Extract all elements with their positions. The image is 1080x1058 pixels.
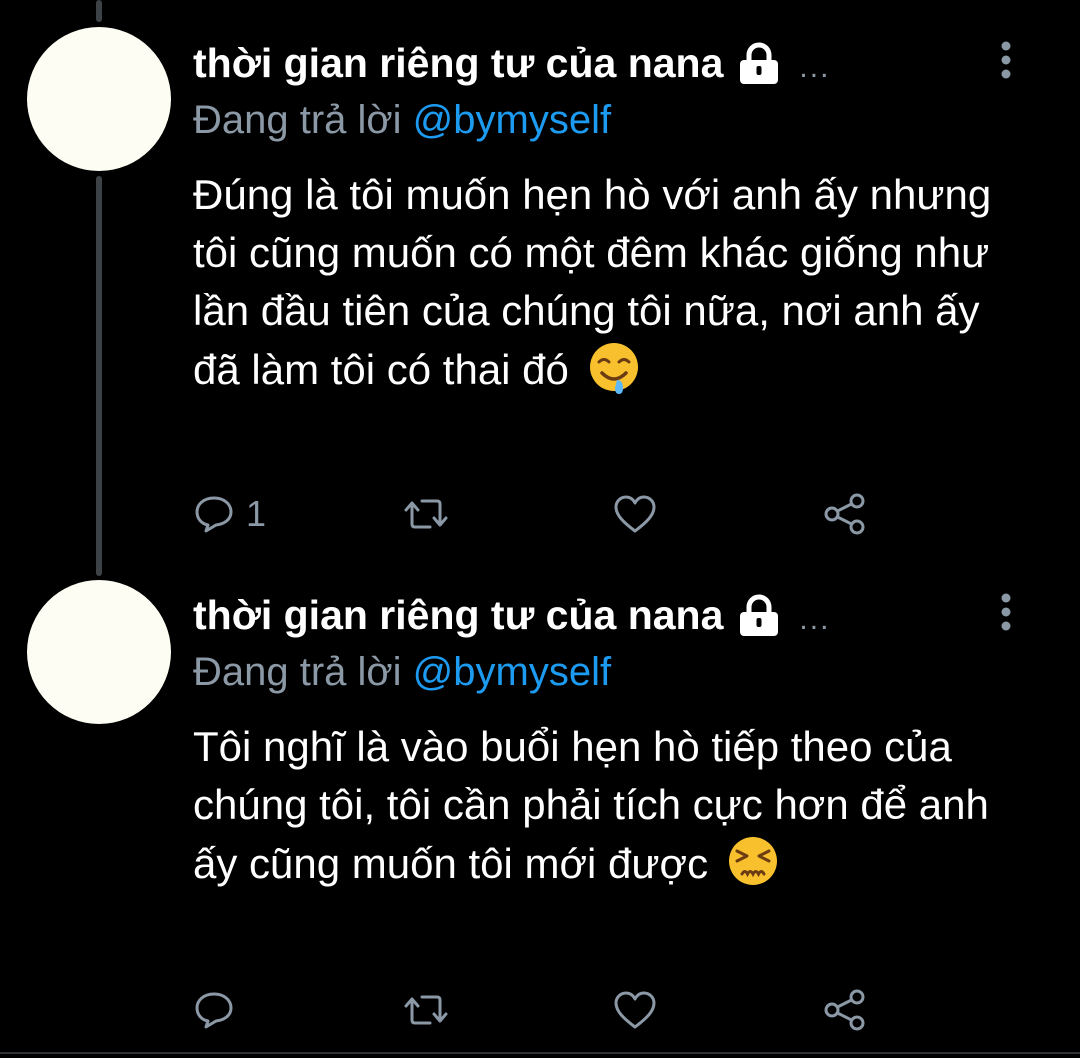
author-name[interactable]: thời gian riêng tư của nana bbox=[193, 592, 723, 639]
avatar[interactable] bbox=[27, 27, 171, 171]
share-icon bbox=[824, 493, 865, 535]
retweet-button[interactable] bbox=[402, 490, 462, 538]
share-icon bbox=[824, 989, 865, 1031]
like-button[interactable] bbox=[613, 986, 669, 1034]
reply-button[interactable] bbox=[194, 986, 246, 1034]
more-options-icon[interactable] bbox=[995, 38, 1017, 82]
like-button[interactable] bbox=[613, 490, 669, 538]
tweet-text-content: Tôi nghĩ là vào buổi hẹn hò tiếp theo củ… bbox=[193, 723, 989, 887]
reply-count: 1 bbox=[246, 493, 267, 534]
avatar[interactable] bbox=[27, 580, 171, 724]
share-button[interactable] bbox=[823, 490, 867, 538]
reply-icon bbox=[195, 992, 233, 1029]
replying-to: Đang trả lời @bymyself bbox=[193, 98, 611, 143]
tweet-header: thời gian riêng tư của nana ... bbox=[193, 40, 830, 87]
tweet-actions bbox=[0, 986, 1080, 1034]
retweet-button[interactable] bbox=[402, 986, 462, 1034]
retweet-icon bbox=[404, 499, 448, 529]
tweet[interactable]: thời gian riêng tư của nana ... Đang trả… bbox=[0, 560, 1080, 1058]
reply-handle-link[interactable]: @bymyself bbox=[413, 98, 611, 142]
ellipsis: ... bbox=[799, 50, 831, 84]
divider bbox=[0, 1052, 1080, 1054]
heart-icon bbox=[614, 495, 656, 533]
reply-prefix: Đang trả lời bbox=[193, 650, 402, 694]
tweet-text: Đúng là tôi muốn hẹn hò với anh ấy nhưng… bbox=[193, 166, 1033, 399]
tweet-text: Tôi nghĩ là vào buổi hẹn hò tiếp theo củ… bbox=[193, 718, 1033, 893]
tweet-actions: 1 bbox=[0, 490, 1080, 538]
lock-icon bbox=[740, 42, 779, 84]
reply-prefix: Đang trả lời bbox=[193, 98, 402, 142]
ellipsis: ... bbox=[799, 602, 831, 636]
persevering-face-emoji bbox=[728, 837, 777, 885]
tweet[interactable]: thời gian riêng tư của nana ... Đang trả… bbox=[0, 0, 1080, 560]
replying-to: Đang trả lời @bymyself bbox=[193, 650, 611, 695]
reply-button[interactable]: 1 bbox=[194, 490, 266, 538]
more-options-icon[interactable] bbox=[995, 590, 1017, 634]
author-name[interactable]: thời gian riêng tư của nana bbox=[193, 40, 723, 87]
drooling-face-emoji bbox=[589, 343, 638, 394]
tweet-header: thời gian riêng tư của nana ... bbox=[193, 592, 830, 639]
share-button[interactable] bbox=[823, 986, 867, 1034]
lock-icon bbox=[740, 594, 779, 636]
retweet-icon bbox=[404, 995, 448, 1025]
heart-icon bbox=[614, 991, 656, 1029]
reply-icon bbox=[195, 496, 233, 533]
reply-handle-link[interactable]: @bymyself bbox=[413, 650, 611, 694]
